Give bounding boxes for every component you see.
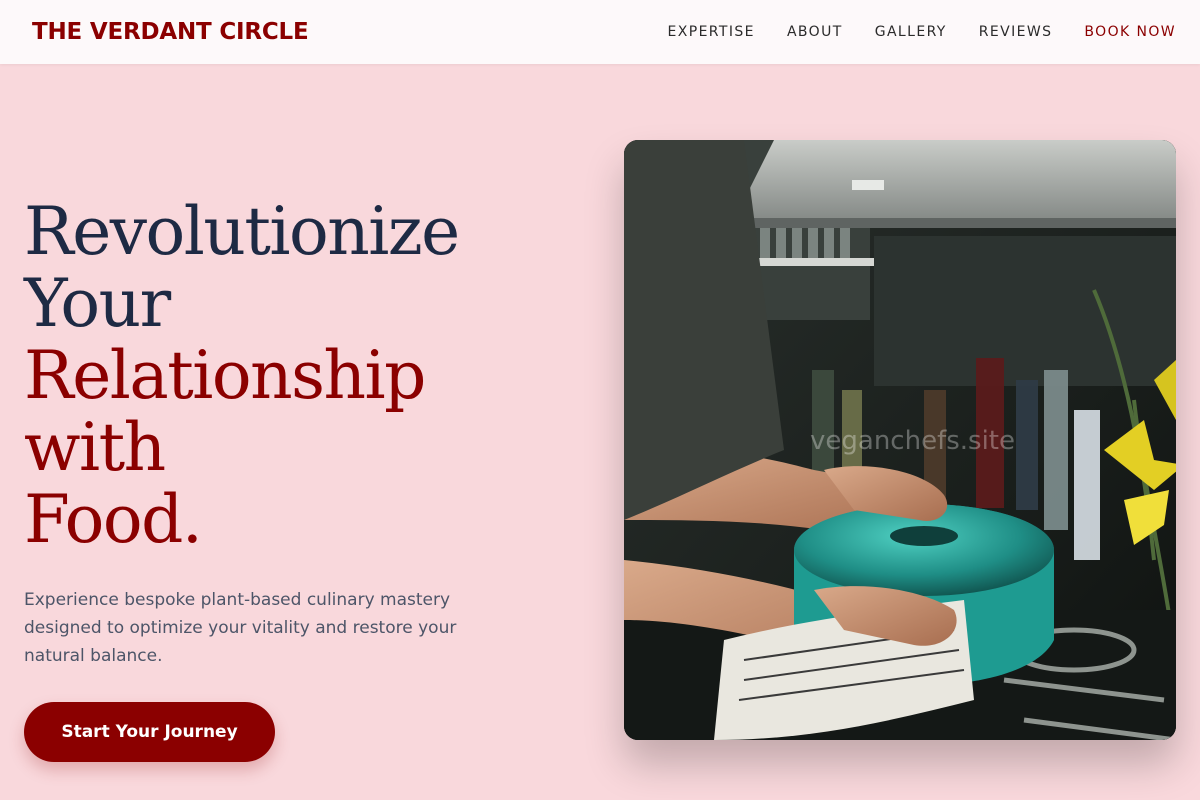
image-watermark: veganchefs.site: [810, 426, 1015, 456]
brand-logo[interactable]: THE VERDANT CIRCLE: [32, 19, 309, 45]
hero-headline: Revolutionize Your Relationship with Foo…: [24, 196, 584, 556]
top-navbar: THE VERDANT CIRCLE EXPERTISE ABOUT GALLE…: [0, 0, 1200, 64]
start-journey-button[interactable]: Start Your Journey: [24, 702, 275, 762]
nav-links: EXPERTISE ABOUT GALLERY REVIEWS BOOK NOW: [667, 24, 1176, 40]
headline-accent-line-4: Food.: [24, 481, 203, 558]
nav-link-about[interactable]: ABOUT: [787, 24, 843, 40]
headline-line-2: Your: [24, 265, 171, 342]
hero-subtext: Experience bespoke plant-based culinary …: [24, 590, 457, 666]
nav-link-book-now[interactable]: BOOK NOW: [1084, 24, 1176, 40]
nav-link-gallery[interactable]: GALLERY: [875, 24, 947, 40]
headline-line-1: Revolutionize: [24, 193, 460, 270]
headline-accent-line-3: Relationship with: [24, 337, 426, 486]
nav-link-expertise[interactable]: EXPERTISE: [667, 24, 754, 40]
hero-text: Revolutionize Your Relationship with Foo…: [24, 196, 584, 762]
nav-link-reviews[interactable]: REVIEWS: [979, 24, 1053, 40]
hero-image-chef-cooking: veganchefs.site: [624, 140, 1176, 740]
